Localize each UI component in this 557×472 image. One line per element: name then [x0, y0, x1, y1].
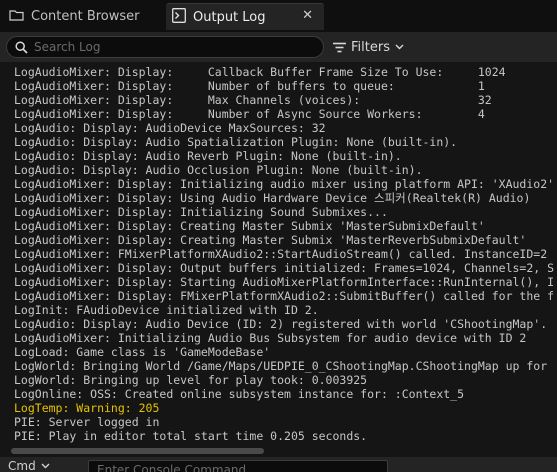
log-line: LogAudioMixer: Display: Output buffers i… [14, 261, 555, 275]
log-line: LogAudio: Display: Audio Spatialization … [14, 135, 458, 149]
chevron-down-icon [41, 463, 50, 468]
log-toolbar: Filters [0, 32, 557, 62]
tab-bar: Content Browser Output Log ✕ [0, 0, 557, 32]
folder-icon [9, 9, 24, 25]
search-box[interactable] [6, 36, 324, 58]
tab-output-log[interactable]: Output Log ✕ [166, 3, 324, 30]
console-command-input[interactable] [97, 462, 377, 472]
log-line: LogAudioMixer: FMixerPlatformXAudio2::St… [14, 247, 548, 261]
log-line: LogAudioMixer: Display: Max Channels (vo… [14, 93, 492, 107]
log-line: LogInit: FAudioDevice initialized with I… [14, 303, 319, 317]
log-line: LogLoad: Game class is 'GameModeBase' [14, 345, 271, 359]
log-line: LogAudio: Display: AudioDevice MaxSource… [14, 121, 326, 135]
log-line: LogWorld: Bringing up level for play too… [14, 373, 368, 387]
log-line: LogAudio: Display: Audio Device (ID: 2) … [14, 317, 548, 331]
log-line: LogAudioMixer: Display: Creating Master … [14, 219, 485, 233]
tab-output-log-label: Output Log [193, 9, 266, 25]
tab-content-browser[interactable]: Content Browser [0, 3, 160, 30]
log-line: LogWorld: Bringing World /Game/Maps/UEDP… [14, 359, 548, 373]
log-line: LogAudioMixer: Display: Initializing Sou… [14, 205, 388, 219]
filters-label: Filters [351, 39, 390, 55]
log-line: LogAudioMixer: Display: Number of buffer… [14, 79, 485, 93]
search-icon [15, 41, 28, 54]
scrollbar-thumb[interactable] [11, 448, 264, 454]
console-bar: Cmd [0, 457, 557, 472]
log-line: PIE: Play in editor total start time 0.2… [14, 429, 368, 443]
log-line: LogAudioMixer: Display: Number of Async … [14, 107, 485, 121]
log-line: LogAudioMixer: Display: Creating Master … [14, 233, 527, 247]
log-line: LogAudio: Display: Audio Reverb Plugin: … [14, 149, 402, 163]
console-input-box[interactable] [88, 460, 388, 472]
log-line: LogAudioMixer: Display: FMixerPlatformXA… [14, 289, 555, 303]
log-line: PIE: Server logged in [14, 415, 160, 429]
log-line: LogAudio: Display: Audio Occlusion Plugi… [14, 163, 423, 177]
close-icon[interactable]: ✕ [302, 8, 313, 23]
cmd-label: Cmd [8, 458, 36, 472]
log-line: LogOnline: OSS: Created online subsystem… [14, 387, 465, 401]
tab-content-browser-label: Content Browser [31, 9, 140, 24]
log-line: LogAudioMixer: Display: Starting AudioMi… [14, 275, 555, 289]
search-input[interactable] [34, 39, 314, 55]
filter-icon [333, 42, 346, 52]
filters-button[interactable]: Filters [333, 38, 404, 56]
log-area[interactable]: LogAudioMixer: Display: Callback Buffer … [0, 62, 557, 447]
log-line: LogAudioMixer: Display: Initializing aud… [14, 177, 555, 191]
cmd-dropdown[interactable]: Cmd [8, 459, 50, 472]
log-lines: LogAudioMixer: Display: Callback Buffer … [14, 65, 554, 443]
log-line-warning: LogTemp: Warning: 205 [14, 401, 160, 415]
log-line: LogAudioMixer: Display: Callback Buffer … [14, 65, 506, 79]
horizontal-scrollbar[interactable] [0, 446, 557, 456]
chevron-down-icon [395, 44, 404, 50]
log-line: LogAudioMixer: Initializing Audio Bus Su… [14, 331, 527, 345]
terminal-icon [172, 7, 186, 27]
log-line: LogAudioMixer: Display: Using Audio Hard… [14, 191, 531, 205]
